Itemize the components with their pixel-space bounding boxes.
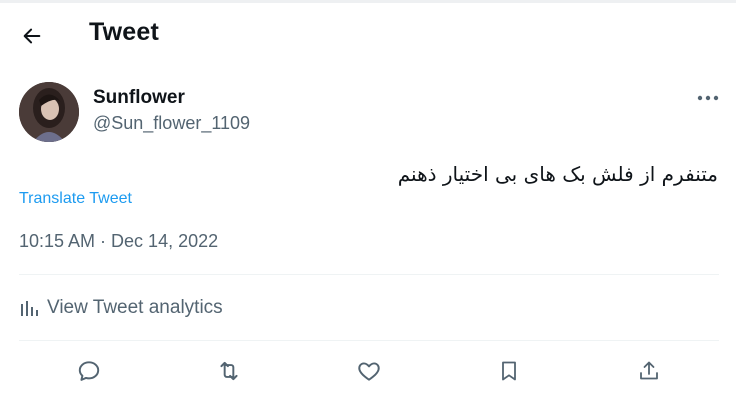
page-title: Tweet <box>89 18 159 46</box>
retweet-icon <box>220 361 238 381</box>
more-horizontal-icon <box>697 95 719 101</box>
retweet-button[interactable] <box>214 356 244 386</box>
reply-button[interactable] <box>74 356 104 386</box>
header: Tweet <box>0 0 736 66</box>
avatar[interactable] <box>19 82 79 142</box>
bookmark-button[interactable] <box>494 356 524 386</box>
divider <box>19 274 719 275</box>
reply-icon <box>78 361 100 381</box>
share-button[interactable] <box>634 356 664 386</box>
profile-photo <box>19 82 79 142</box>
more-button[interactable] <box>693 88 723 108</box>
like-icon <box>358 362 380 381</box>
divider <box>19 340 719 341</box>
tweet-timestamp[interactable]: 10:15 AM · Dec 14, 2022 <box>19 231 218 252</box>
view-analytics-link[interactable]: View Tweet analytics <box>19 296 223 320</box>
bar-chart-icon <box>21 301 38 316</box>
translate-tweet-link[interactable]: Translate Tweet <box>19 190 132 208</box>
author-handle[interactable]: @Sun_flower_1109 <box>93 113 250 134</box>
analytics-label: View Tweet analytics <box>47 297 223 318</box>
tweet-text: متنفرم از فلش بک های بی اختیار ذهنم <box>397 162 718 186</box>
bookmark-icon <box>502 361 516 381</box>
share-icon <box>640 361 658 380</box>
arrow-left-icon <box>23 28 41 44</box>
author-name[interactable]: Sunflower <box>93 87 185 109</box>
like-button[interactable] <box>354 356 384 386</box>
back-button[interactable] <box>18 22 46 50</box>
